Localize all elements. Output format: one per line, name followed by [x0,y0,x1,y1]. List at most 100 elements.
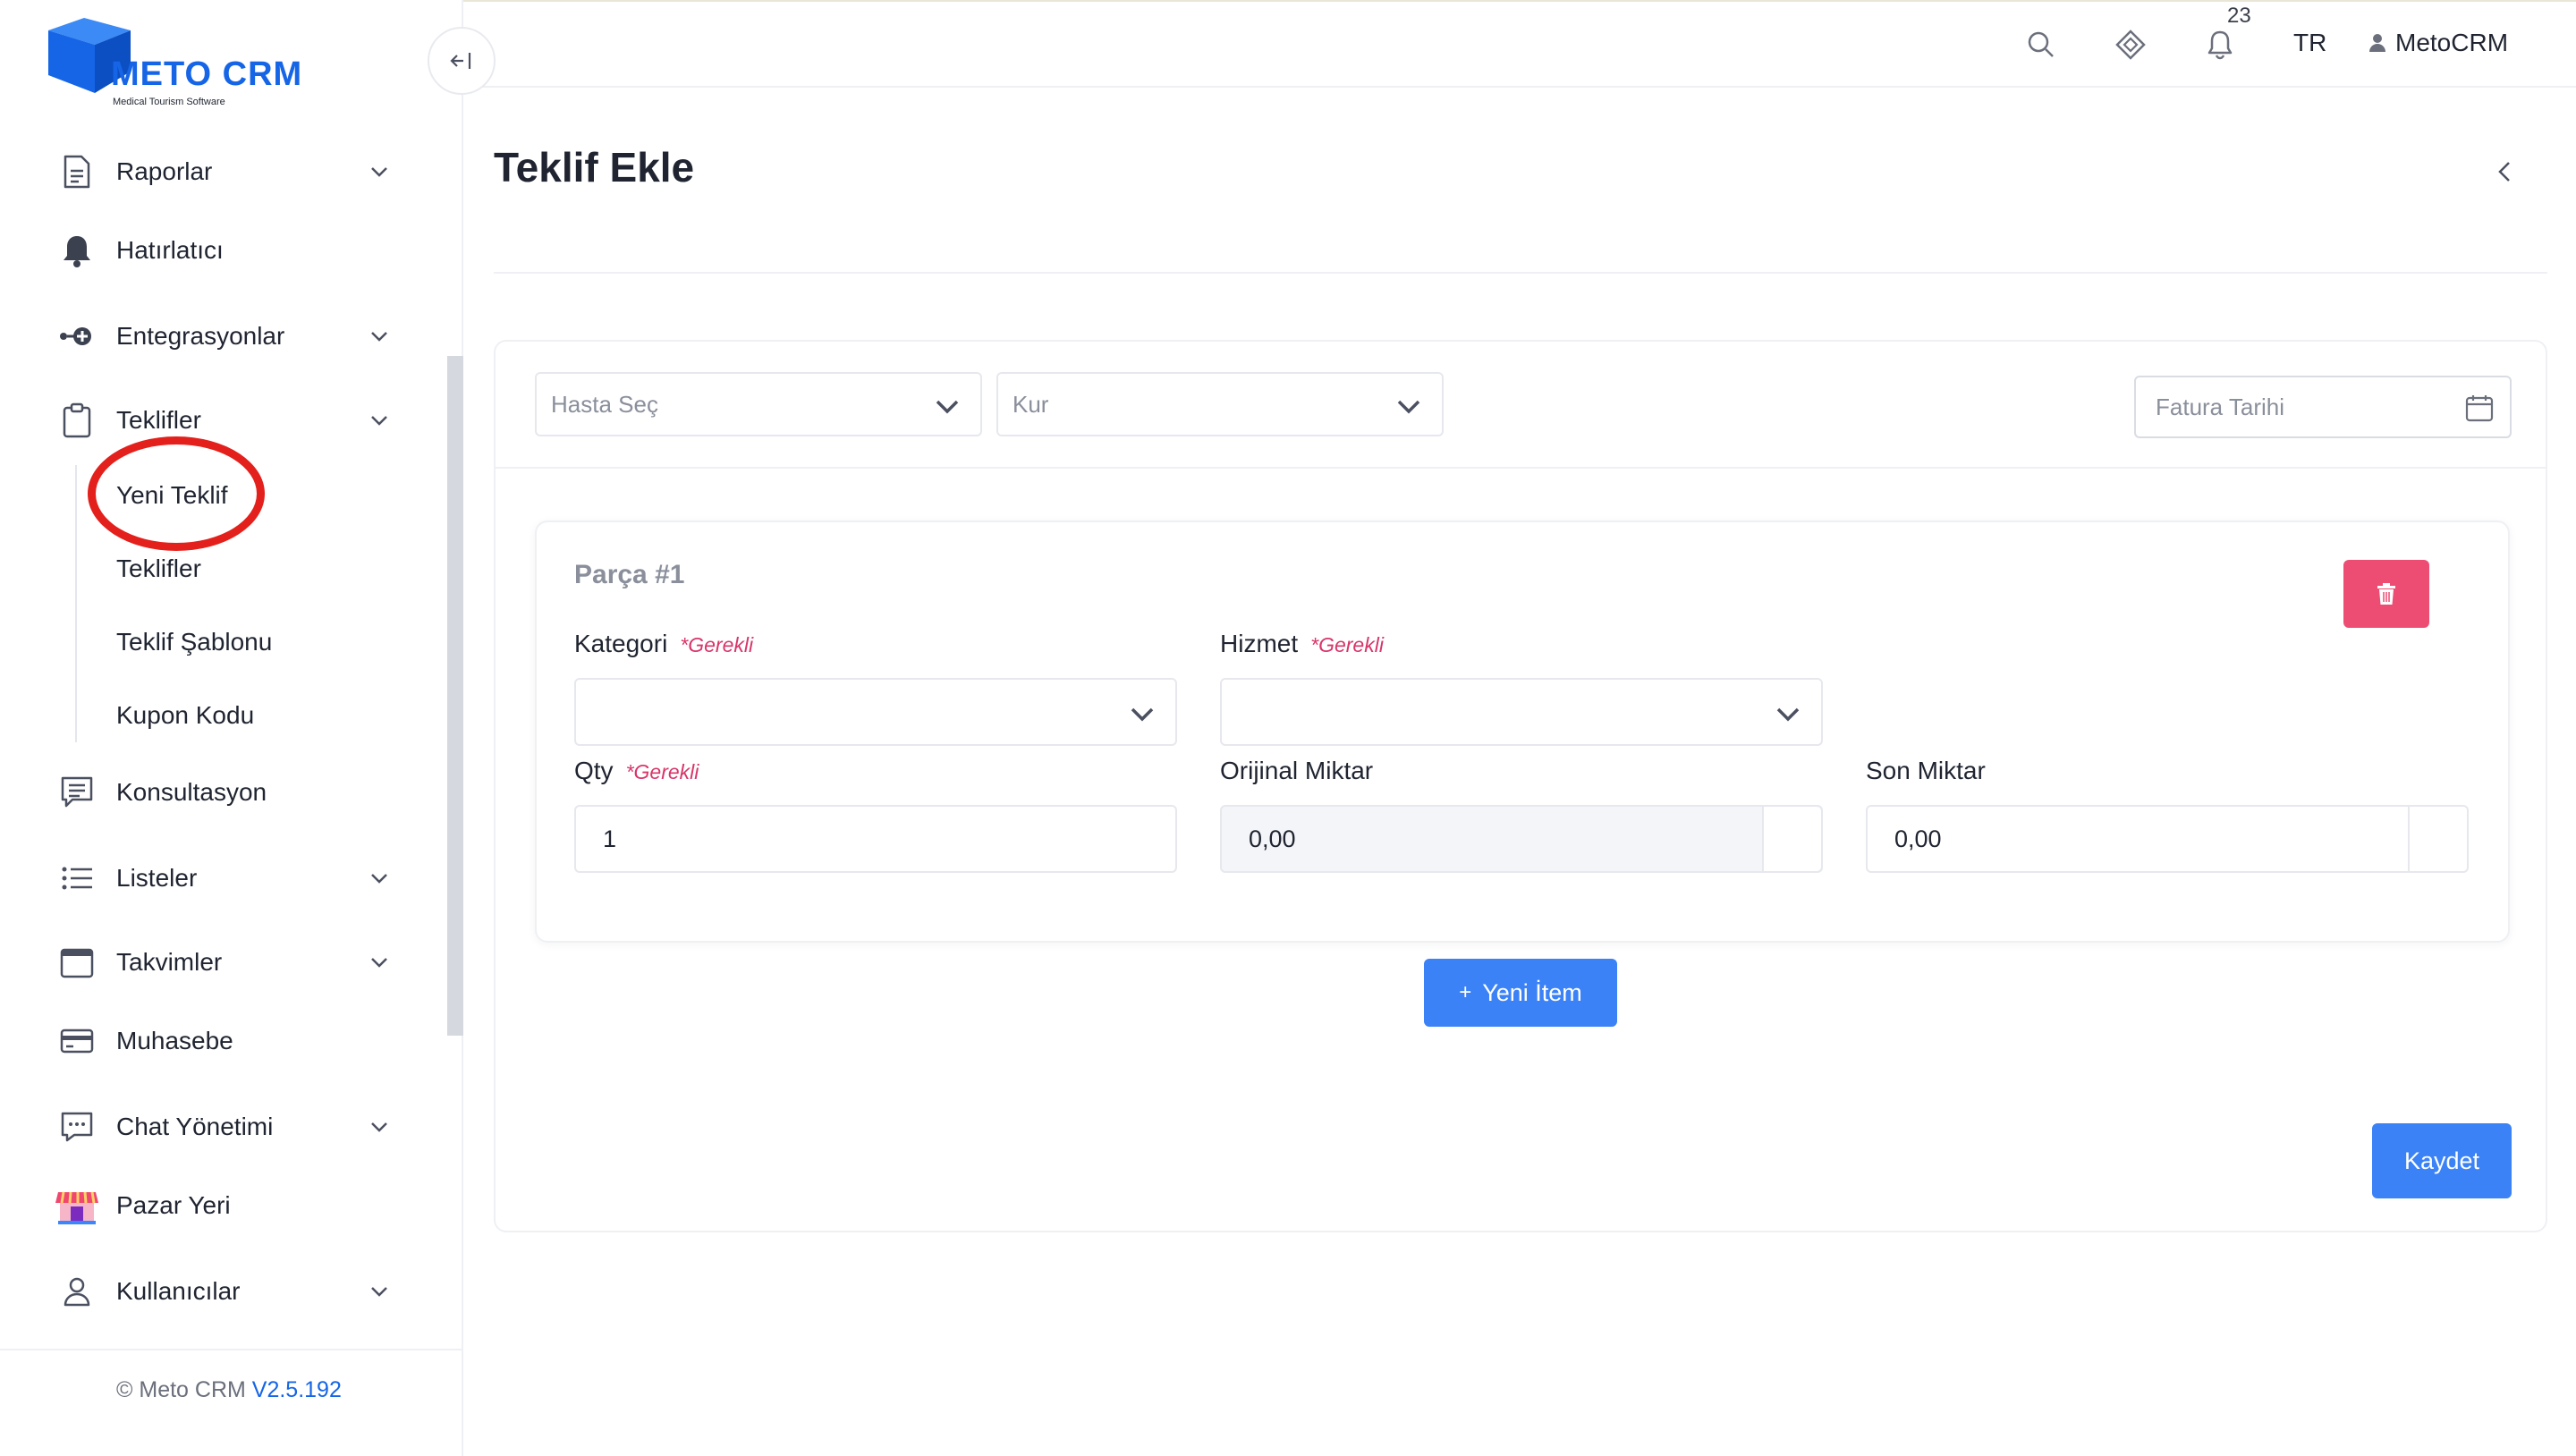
sidebar-footer: © Meto CRM V2.5.192 [0,1349,463,1456]
sidebar-item-label: Pazar Yeri [116,1191,231,1219]
chevron-down-icon [1395,394,1422,420]
chevron-down-icon [365,1277,394,1306]
plus-icon: + [1459,980,1472,1004]
part-card: Parça #1 Kategori *Gerekli Hizmet *Gerekli… [535,521,2510,943]
card-divider [496,467,2546,469]
patient-select[interactable]: Hasta Seç [535,372,982,436]
category-select[interactable] [574,678,1177,746]
invoice-date-placeholder: Fatura Tarihi [2156,393,2285,420]
sidebar-item-takvimler[interactable]: Takvimler [54,935,394,989]
sidebar-item-label: Entegrasyonlar [116,322,285,350]
chevron-down-icon [365,157,394,186]
sidebar-item-kullanicilar[interactable]: Kullanıcılar [54,1265,394,1318]
final-amount-input[interactable]: 0,00 [1866,805,2469,873]
brand-name: METO CRM [111,55,303,93]
language-selector[interactable]: TR [2293,29,2326,57]
invoice-date-field[interactable]: Fatura Tarihi [2134,376,2512,438]
integration-icon [54,313,100,360]
sidebar-item-teklifler[interactable]: Teklifler [54,394,394,447]
collapse-left-icon [450,53,471,69]
user-menu[interactable]: MetoCRM [2368,29,2508,57]
top-bar [465,0,2576,88]
offer-form-card: Hasta Seç Kur Fatura Tarihi Parça #1 Kat… [494,340,2547,1232]
chevron-down-icon [1129,701,1156,728]
user-name: MetoCRM [2395,29,2509,56]
original-amount-label: Orijinal Miktar [1220,757,1374,784]
final-amount-label: Son Miktar [1866,757,1986,784]
patient-select-placeholder: Hasta Seç [551,390,658,418]
page-title: Teklif Ekle [494,144,695,190]
sidebar-item-label: Muhasebe [116,1027,233,1054]
chevron-down-icon [1775,701,1801,728]
qty-input[interactable]: 1 [574,805,1177,873]
sidebar-item-label: Takvimler [116,948,223,976]
service-select[interactable] [1220,678,1823,746]
sidebar-item-entegrasyonlar[interactable]: Entegrasyonlar [54,309,394,363]
sidebar-item-label: Raporlar [116,157,213,185]
document-icon [54,148,100,195]
sidebar-item-hatirlatici[interactable]: Hatırlatıcı [54,224,394,277]
trash-icon [2377,583,2395,605]
sidebar-item-konsultasyon[interactable]: Konsultasyon [54,766,394,819]
back-button[interactable] [2488,156,2521,188]
version-link[interactable]: V2.5.192 [252,1377,342,1402]
notification-bell-icon[interactable] [2202,27,2238,63]
service-label: Hizmet *Gerekli [1220,630,1384,658]
required-marker: *Gerekli [680,633,754,656]
footer-copyright: © Meto CRM V2.5.192 [116,1377,342,1403]
sidebar-item-raporlar[interactable]: Raporlar [54,145,394,199]
clipboard-icon [54,397,100,444]
chevron-left-icon [2498,162,2510,182]
original-amount-input[interactable]: 0,00 [1220,805,1823,873]
sidebar-item-pazar-yeri[interactable]: Pazar Yeri [54,1179,394,1232]
sidebar-item-label: Listeler [116,864,198,892]
bell-icon [54,227,100,274]
sidebar-item-listeler[interactable]: Listeler [54,851,394,905]
add-new-item-button[interactable]: + Yeni İtem [1424,959,1617,1027]
sidebar-item-label: Chat Yönetimi [116,1113,274,1140]
sidebar-subitem-teklif-sablonu[interactable]: Teklif Şablonu [116,628,272,656]
sidebar-subitem-kupon-kodu[interactable]: Kupon Kodu [116,701,254,730]
required-marker: *Gerekli [625,760,699,783]
calendar-icon [2463,392,2496,424]
brand-tagline: Medical Tourism Software [113,97,225,107]
required-marker: *Gerekli [1310,633,1384,656]
sidebar-item-label: Konsultasyon [116,778,267,806]
apps-diamond-icon[interactable] [2113,27,2148,63]
qty-label: Qty *Gerekli [574,757,699,785]
chevron-down-icon [934,394,961,420]
copyright-text: © Meto CRM [116,1377,246,1402]
sidebar-item-label: Hatırlatıcı [116,236,224,264]
chevron-down-icon [365,1113,394,1141]
chat-list-icon [54,769,100,816]
search-icon[interactable] [2023,27,2059,63]
sidebar-item-chat-yonetimi[interactable]: Chat Yönetimi [54,1100,394,1154]
add-new-item-label: Yeni İtem [1482,978,1582,1006]
currency-select[interactable]: Kur [996,372,1444,436]
brand-logo[interactable]: METO CRM Medical Tourism Software [48,13,317,107]
store-icon [54,1182,100,1229]
original-amount-addon [1762,807,1821,871]
sidebar-scrollbar[interactable] [447,356,463,1036]
list-icon [54,855,100,902]
sidebar: METO CRM Medical Tourism Software Raporl… [0,0,463,1456]
currency-select-placeholder: Kur [1013,390,1049,418]
final-amount-addon [2408,807,2467,871]
save-button[interactable]: Kaydet [2372,1123,2512,1198]
sidebar-subitem-teklifler[interactable]: Teklifler [116,554,201,583]
sidebar-item-label: Kullanıcılar [116,1277,241,1305]
chevron-down-icon [365,322,394,351]
user-icon [2369,34,2385,52]
user-icon [54,1268,100,1315]
chevron-down-icon [365,406,394,435]
part-title: Parça #1 [574,560,685,589]
delete-part-button[interactable] [2343,560,2429,628]
qty-label-text: Qty [574,757,614,784]
credit-card-icon [54,1018,100,1064]
category-label-text: Kategori [574,630,668,657]
original-amount-value: 0,00 [1249,825,1296,852]
sidebar-item-muhasebe[interactable]: Muhasebe [54,1014,394,1068]
sidebar-collapse-button[interactable] [428,27,496,95]
category-label: Kategori *Gerekli [574,630,753,658]
calendar-icon [54,939,100,986]
